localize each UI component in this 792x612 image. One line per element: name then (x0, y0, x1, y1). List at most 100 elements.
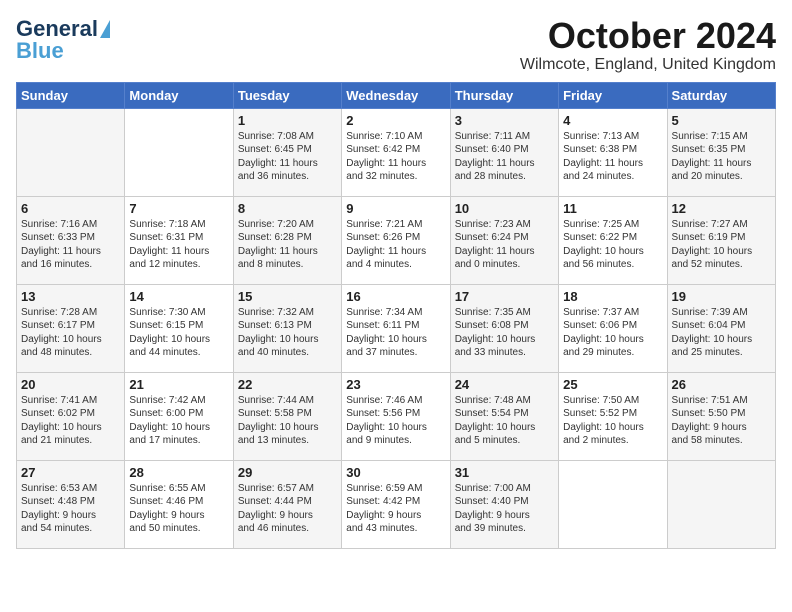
day-number: 2 (346, 113, 445, 128)
day-content: Sunrise: 7:30 AM Sunset: 6:15 PM Dayligh… (129, 306, 228, 360)
day-number: 14 (129, 289, 228, 304)
day-number: 1 (238, 113, 337, 128)
week-row-1: 1 Sunrise: 7:08 AM Sunset: 6:45 PM Daylig… (17, 108, 776, 196)
day-number: 9 (346, 201, 445, 216)
calendar-cell: 21Sunrise: 7:42 AM Sunset: 6:00 PM Dayli… (125, 372, 233, 460)
calendar-table: SundayMondayTuesdayWednesdayThursdayFrid… (16, 82, 776, 549)
day-content: Sunrise: 6:53 AM Sunset: 4:48 PM Dayligh… (21, 482, 120, 536)
day-number: 12 (672, 201, 771, 216)
day-number: 27 (21, 465, 120, 480)
calendar-cell: 4 Sunrise: 7:13 AM Sunset: 6:38 PM Daylig… (559, 108, 667, 196)
logo-triangle-icon (100, 20, 110, 38)
day-number: 21 (129, 377, 228, 392)
day-content: Sunrise: 6:57 AM Sunset: 4:44 PM Dayligh… (238, 482, 337, 536)
week-row-2: 6 Sunrise: 7:16 AM Sunset: 6:33 PM Daylig… (17, 196, 776, 284)
day-content: Sunrise: 7:50 AM Sunset: 5:52 PM Dayligh… (563, 394, 662, 448)
day-number: 7 (129, 201, 228, 216)
day-number: 28 (129, 465, 228, 480)
calendar-cell: 2 Sunrise: 7:10 AM Sunset: 6:42 PM Daylig… (342, 108, 450, 196)
day-content: Sunrise: 7:32 AM Sunset: 6:13 PM Dayligh… (238, 306, 337, 360)
week-row-5: 27 Sunrise: 6:53 AM Sunset: 4:48 PM Dayli… (17, 460, 776, 548)
day-content: Sunrise: 7:44 AM Sunset: 5:58 PM Dayligh… (238, 394, 337, 448)
week-row-4: 20 Sunrise: 7:41 AM Sunset: 6:02 PM Dayli… (17, 372, 776, 460)
calendar-cell (17, 108, 125, 196)
day-content: Sunrise: 7:13 AM Sunset: 6:38 PM Dayligh… (563, 130, 662, 184)
day-number: 8 (238, 201, 337, 216)
location: Wilmcote, England, United Kingdom (520, 56, 776, 74)
day-content: Sunrise: 7:34 AM Sunset: 6:11 PM Dayligh… (346, 306, 445, 360)
calendar-cell: 25 Sunrise: 7:50 AM Sunset: 5:52 PM Dayli… (559, 372, 667, 460)
day-number: 17 (455, 289, 554, 304)
calendar-cell: 7Sunrise: 7:18 AM Sunset: 6:31 PM Daylig… (125, 196, 233, 284)
day-content: Sunrise: 6:55 AM Sunset: 4:46 PM Dayligh… (129, 482, 228, 536)
calendar-cell: 18Sunrise: 7:37 AM Sunset: 6:06 PM Dayli… (559, 284, 667, 372)
day-content: Sunrise: 7:35 AM Sunset: 6:08 PM Dayligh… (455, 306, 554, 360)
day-number: 19 (672, 289, 771, 304)
month-title: October 2024 (520, 16, 776, 56)
col-header-saturday: Saturday (667, 82, 775, 108)
calendar-cell: 15 Sunrise: 7:32 AM Sunset: 6:13 PM Dayli… (233, 284, 341, 372)
logo-blue: Blue (16, 38, 64, 64)
day-content: Sunrise: 7:37 AM Sunset: 6:06 PM Dayligh… (563, 306, 662, 360)
calendar-cell: 12 Sunrise: 7:27 AM Sunset: 6:19 PM Dayli… (667, 196, 775, 284)
calendar-cell: 23Sunrise: 7:46 AM Sunset: 5:56 PM Dayli… (342, 372, 450, 460)
calendar-cell: 13 Sunrise: 7:28 AM Sunset: 6:17 PM Dayli… (17, 284, 125, 372)
calendar-cell: 10 Sunrise: 7:23 AM Sunset: 6:24 PM Dayli… (450, 196, 558, 284)
day-content: Sunrise: 6:59 AM Sunset: 4:42 PM Dayligh… (346, 482, 445, 536)
day-content: Sunrise: 7:51 AM Sunset: 5:50 PM Dayligh… (672, 394, 771, 448)
day-content: Sunrise: 7:20 AM Sunset: 6:28 PM Dayligh… (238, 218, 337, 272)
day-number: 15 (238, 289, 337, 304)
calendar-cell: 5 Sunrise: 7:15 AM Sunset: 6:35 PM Daylig… (667, 108, 775, 196)
day-number: 16 (346, 289, 445, 304)
day-content: Sunrise: 7:41 AM Sunset: 6:02 PM Dayligh… (21, 394, 120, 448)
day-content: Sunrise: 7:27 AM Sunset: 6:19 PM Dayligh… (672, 218, 771, 272)
day-number: 6 (21, 201, 120, 216)
col-header-tuesday: Tuesday (233, 82, 341, 108)
calendar-cell: 9 Sunrise: 7:21 AM Sunset: 6:26 PM Daylig… (342, 196, 450, 284)
logo: General Blue (16, 16, 110, 64)
col-header-wednesday: Wednesday (342, 82, 450, 108)
day-number: 22 (238, 377, 337, 392)
calendar-cell: 14 Sunrise: 7:30 AM Sunset: 6:15 PM Dayli… (125, 284, 233, 372)
day-number: 5 (672, 113, 771, 128)
day-number: 23 (346, 377, 445, 392)
day-content: Sunrise: 7:23 AM Sunset: 6:24 PM Dayligh… (455, 218, 554, 272)
day-number: 29 (238, 465, 337, 480)
day-content: Sunrise: 7:00 AM Sunset: 4:40 PM Dayligh… (455, 482, 554, 536)
day-content: Sunrise: 7:39 AM Sunset: 6:04 PM Dayligh… (672, 306, 771, 360)
day-content: Sunrise: 7:15 AM Sunset: 6:35 PM Dayligh… (672, 130, 771, 184)
day-number: 30 (346, 465, 445, 480)
title-block: October 2024 Wilmcote, England, United K… (520, 16, 776, 74)
calendar-cell: 22 Sunrise: 7:44 AM Sunset: 5:58 PM Dayli… (233, 372, 341, 460)
day-number: 24 (455, 377, 554, 392)
day-number: 4 (563, 113, 662, 128)
day-content: Sunrise: 7:11 AM Sunset: 6:40 PM Dayligh… (455, 130, 554, 184)
calendar-cell: 27 Sunrise: 6:53 AM Sunset: 4:48 PM Dayli… (17, 460, 125, 548)
day-number: 25 (563, 377, 662, 392)
calendar-cell: 29 Sunrise: 6:57 AM Sunset: 4:44 PM Dayli… (233, 460, 341, 548)
calendar-cell: 20 Sunrise: 7:41 AM Sunset: 6:02 PM Dayli… (17, 372, 125, 460)
day-content: Sunrise: 7:08 AM Sunset: 6:45 PM Dayligh… (238, 130, 337, 184)
day-number: 13 (21, 289, 120, 304)
day-number: 20 (21, 377, 120, 392)
day-number: 11 (563, 201, 662, 216)
col-header-sunday: Sunday (17, 82, 125, 108)
calendar-cell: 30 Sunrise: 6:59 AM Sunset: 4:42 PM Dayli… (342, 460, 450, 548)
day-number: 3 (455, 113, 554, 128)
calendar-cell (125, 108, 233, 196)
calendar-cell: 28 Sunrise: 6:55 AM Sunset: 4:46 PM Dayli… (125, 460, 233, 548)
col-header-thursday: Thursday (450, 82, 558, 108)
calendar-cell: 26 Sunrise: 7:51 AM Sunset: 5:50 PM Dayli… (667, 372, 775, 460)
day-content: Sunrise: 7:10 AM Sunset: 6:42 PM Dayligh… (346, 130, 445, 184)
day-content: Sunrise: 7:16 AM Sunset: 6:33 PM Dayligh… (21, 218, 120, 272)
calendar-cell: 6 Sunrise: 7:16 AM Sunset: 6:33 PM Daylig… (17, 196, 125, 284)
col-header-monday: Monday (125, 82, 233, 108)
day-content: Sunrise: 7:21 AM Sunset: 6:26 PM Dayligh… (346, 218, 445, 272)
day-number: 26 (672, 377, 771, 392)
calendar-cell: 17 Sunrise: 7:35 AM Sunset: 6:08 PM Dayli… (450, 284, 558, 372)
calendar-cell: 8 Sunrise: 7:20 AM Sunset: 6:28 PM Daylig… (233, 196, 341, 284)
calendar-cell: 1 Sunrise: 7:08 AM Sunset: 6:45 PM Daylig… (233, 108, 341, 196)
day-content: Sunrise: 7:48 AM Sunset: 5:54 PM Dayligh… (455, 394, 554, 448)
day-number: 10 (455, 201, 554, 216)
day-content: Sunrise: 7:28 AM Sunset: 6:17 PM Dayligh… (21, 306, 120, 360)
